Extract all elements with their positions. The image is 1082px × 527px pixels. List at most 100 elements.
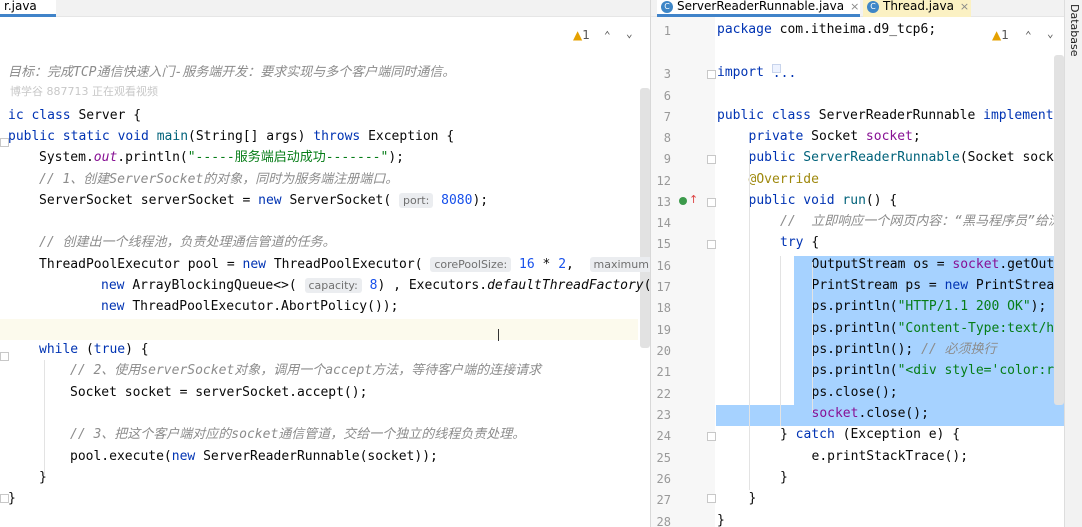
code-line: ps.println("<div style='color:red — [812, 362, 1070, 380]
code-token: } — [717, 513, 725, 527]
code-line: pool.execute(new ServerReaderRunnable(so… — [70, 448, 438, 466]
fold-toggle-icon[interactable] — [707, 432, 716, 441]
warning-icon: ▲ — [992, 28, 1002, 42]
inspection-widget[interactable]: ▲1 — [989, 28, 1012, 42]
code-line: // 3、把这个客户端对应的socket通信管道，交给一个独立的线程负责处理。 — [70, 426, 525, 444]
chevron-up-icon[interactable]: ⌃ — [1025, 29, 1032, 42]
tab-label: ServerReaderRunnable.java — [677, 0, 845, 13]
code-token: out — [93, 150, 118, 165]
right-editor-pane[interactable]: C ServerReaderRunnable.java × C Thread.java… — [651, 0, 1082, 527]
code-line: 目标：完成TCP通信快速入门-服务端开发：要求实现与多个客户端同时通信。 — [8, 64, 455, 82]
database-tool-window[interactable]: Database — [1064, 0, 1082, 527]
line-number: 27 — [656, 493, 671, 507]
code-token: public void — [748, 193, 843, 208]
fold-toggle-icon[interactable] — [0, 138, 9, 147]
code-line: public void run() { — [749, 192, 898, 210]
code-token: run — [842, 193, 866, 208]
code-token: ps.println(); — [811, 342, 922, 357]
code-token: ); — [1030, 299, 1047, 314]
vertical-scrollbar[interactable] — [1054, 55, 1064, 405]
code-line: private Socket socket; — [749, 128, 921, 146]
code-line: } — [39, 469, 47, 487]
close-icon[interactable]: × — [960, 0, 969, 13]
code-token: throws — [313, 129, 369, 144]
code-token: 16 — [511, 257, 543, 272]
code-line: import ... — [717, 64, 796, 82]
code-line: ps.println("HTTP/1.1 200 OK"); — [812, 298, 1047, 316]
line-number: 9 — [663, 152, 671, 166]
code-token: new — [944, 278, 976, 293]
code-line: ThreadPoolExecutor pool = new ThreadPool… — [39, 256, 650, 274]
warning-count: 1 — [582, 28, 590, 42]
close-icon[interactable]: × — [850, 0, 859, 13]
code-line: @Override — [749, 171, 819, 189]
code-token: 目标：完成TCP通信快速入门-服务端开发：要求实现与多个客户端同时通信。 — [8, 65, 456, 80]
code-token: Socket socket = serverSocket.accept(); — [70, 385, 368, 400]
chevron-down-icon[interactable]: ⌄ — [626, 27, 633, 40]
chevron-up-icon[interactable]: ⌃ — [604, 29, 611, 42]
override-method-icon[interactable] — [679, 197, 687, 205]
fold-toggle-icon[interactable] — [707, 240, 716, 249]
code-line: try { — [780, 234, 819, 252]
code-token: // 创建出一个线程池，负责处理通信管道的任务。 — [39, 235, 336, 250]
code-token: ps.println( — [811, 363, 898, 378]
fold-toggle-icon[interactable] — [0, 352, 9, 361]
code-token: // 必须换行 — [921, 342, 997, 357]
code-line: System.out.println("-----服务端启动成功-------"… — [39, 149, 404, 167]
code-line: ServerSocket serverSocket = new ServerSo… — [39, 192, 488, 210]
code-token: // 2、使用serverSocket对象，调用一个accept方法，等待客户端… — [70, 363, 542, 378]
code-line: // 1、创建ServerSocket的对象，同时为服务端注册端口。 — [39, 171, 398, 189]
line-number: 28 — [656, 515, 671, 527]
tab-server-java[interactable]: r.java — [0, 0, 56, 17]
code-token: Socket — [811, 129, 866, 144]
folded-region[interactable]: ... — [771, 64, 796, 81]
code-token: com.itheima.d9_tcp6; — [779, 22, 937, 37]
code-token: ThreadPoolExecutor pool = — [39, 257, 243, 272]
left-editor-pane[interactable]: r.java ▲1 ⌃ ⌄ 博学谷 887713 正在观看视频 目标：完成TCP… — [0, 0, 650, 527]
code-token: public — [748, 150, 804, 165]
inspection-widget[interactable]: ▲1 — [573, 28, 590, 42]
code-token: ( — [85, 342, 94, 357]
code-token: ps.println( — [811, 321, 898, 336]
line-number: 18 — [656, 301, 671, 315]
code-line: ic class Server { — [8, 107, 141, 125]
tab-thread-java[interactable]: C Thread.java × — [863, 0, 971, 17]
code-token: Exception { — [368, 129, 455, 144]
code-line: } — [8, 490, 16, 508]
code-line: new ThreadPoolExecutor.AbortPolicy()); — [101, 298, 398, 316]
code-line: } — [749, 490, 757, 508]
vertical-scrollbar[interactable] — [640, 88, 650, 348]
fold-toggle-icon[interactable] — [707, 198, 716, 207]
tab-server-reader-runnable[interactable]: C ServerReaderRunnable.java × — [657, 0, 860, 17]
code-token: } — [780, 427, 796, 442]
chevron-down-icon[interactable]: ⌄ — [1047, 27, 1054, 40]
code-line: PrintStream ps = new PrintStream( — [812, 277, 1070, 295]
line-number: 3 — [663, 67, 671, 81]
code-token: socket — [952, 257, 1000, 272]
code-token: new — [101, 278, 133, 293]
fold-toggle-icon[interactable] — [707, 494, 716, 503]
code-token: (Exception e) { — [842, 427, 961, 442]
fold-toggle-icon[interactable] — [707, 70, 716, 79]
class-icon: C — [661, 0, 673, 13]
parameter-hint: capacity: — [304, 278, 362, 293]
code-line: public static void main(String[] args) t… — [8, 128, 454, 146]
code-token: (Socket socket — [959, 150, 1070, 165]
right-tab-bar: C ServerReaderRunnable.java × C Thread.java… — [651, 0, 1082, 17]
warning-icon: ▲ — [573, 28, 583, 42]
selection-tail — [906, 405, 1064, 426]
fold-toggle-icon[interactable] — [0, 494, 9, 503]
code-token: "<div style='color:red — [897, 363, 1070, 378]
indent-guide — [812, 262, 813, 412]
indent-guide — [44, 360, 45, 475]
code-line: OutputStream os = socket.getOutpu — [812, 256, 1070, 274]
parameter-hint: corePoolSize: — [430, 257, 512, 272]
code-line: public ServerReaderRunnable(Socket socke… — [749, 149, 1070, 167]
code-token: @Override — [748, 172, 819, 187]
code-line: ps.println(); // 必须换行 — [812, 341, 997, 359]
code-line: // 创建出一个线程池，负责处理通信管道的任务。 — [39, 234, 335, 252]
fold-toggle-icon[interactable] — [707, 155, 716, 164]
code-token: import — [717, 65, 772, 80]
code-token: ServerReaderRunnable — [803, 150, 960, 165]
code-token: * — [542, 257, 559, 272]
